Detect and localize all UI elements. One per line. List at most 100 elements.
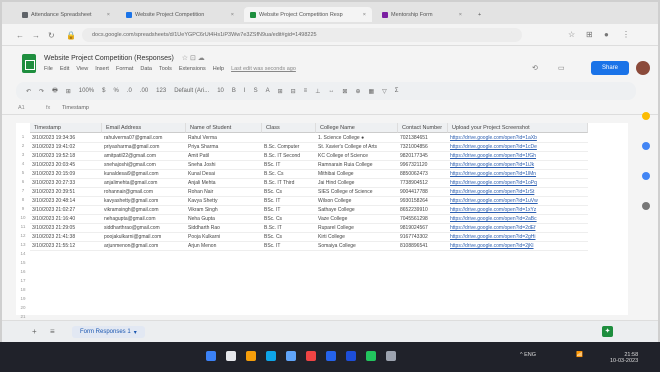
- table-cell[interactable]: 9820177345: [398, 152, 448, 161]
- history-icon[interactable]: ⟲: [532, 64, 538, 72]
- toolbar-item-13[interactable]: I: [244, 88, 246, 94]
- tray-language[interactable]: ^ ENG: [520, 352, 536, 358]
- profile-icon[interactable]: ●: [604, 30, 609, 39]
- table-cell[interactable]: B.Sc. IT: [262, 224, 316, 233]
- table-cell[interactable]: poojakulkarni@gmail.com: [102, 233, 186, 242]
- tray-clock[interactable]: 21:58 10-03-2023: [610, 352, 638, 364]
- toolbar-item-2[interactable]: 🖶: [52, 86, 58, 96]
- taskbar-start-icon[interactable]: [206, 351, 216, 361]
- table-cell[interactable]: 8108896541: [398, 242, 448, 251]
- table-cell[interactable]: Ruparel College: [316, 224, 398, 233]
- toolbar-item-5[interactable]: $: [102, 88, 105, 94]
- cell-reference-box[interactable]: A1: [18, 105, 25, 111]
- toolbar-item-0[interactable]: ↶: [26, 88, 31, 95]
- table-cell[interactable]: St. Xavier's College of Arts: [316, 143, 398, 152]
- taskbar-chrome-icon[interactable]: [306, 351, 316, 361]
- column-header-2[interactable]: Name of Student: [186, 123, 262, 133]
- row-number[interactable]: 11: [16, 224, 30, 233]
- row-number[interactable]: 3: [16, 152, 30, 161]
- menu-help[interactable]: Help: [213, 66, 224, 72]
- taskbar-store-icon[interactable]: [286, 351, 296, 361]
- table-cell[interactable]: B.Sc. IT Second: [262, 152, 316, 161]
- toolbar-item-15[interactable]: A: [266, 88, 270, 94]
- table-cell[interactable]: rohannair@gmail.com: [102, 188, 186, 197]
- row-number[interactable]: 8: [16, 197, 30, 206]
- row-number[interactable]: 19: [16, 296, 30, 305]
- table-cell[interactable]: Anjali Mehta: [186, 179, 262, 188]
- table-cell[interactable]: https://drive.google.com/open?id=2dEf: [448, 224, 588, 233]
- table-cell[interactable]: 3/10/2023 21:02:27: [30, 206, 102, 215]
- table-cell[interactable]: Kavya Shetty: [186, 197, 262, 206]
- toolbar-item-10[interactable]: Default (Ari...: [174, 88, 209, 94]
- row-number[interactable]: 12: [16, 233, 30, 242]
- table-cell[interactable]: 7321004856: [398, 143, 448, 152]
- row-number[interactable]: 20: [16, 305, 30, 314]
- share-button[interactable]: Share: [591, 61, 629, 75]
- table-cell[interactable]: Amit Patil: [186, 152, 262, 161]
- table-cell[interactable]: BSc. IT: [262, 206, 316, 215]
- table-cell[interactable]: priyasharma@gmail.com: [102, 143, 186, 152]
- forward-icon[interactable]: →: [32, 31, 40, 40]
- close-tab-icon[interactable]: ×: [459, 12, 462, 18]
- table-cell[interactable]: https://drive.google.com/open?id=1iJk: [448, 161, 588, 170]
- explore-icon[interactable]: ✦: [602, 326, 613, 337]
- table-cell[interactable]: 3/10/2023 20:03:45: [30, 161, 102, 170]
- toolbar-item-19[interactable]: ⊥: [315, 88, 320, 95]
- table-cell[interactable]: Ramnarain Ruia College: [316, 161, 398, 170]
- row-number[interactable]: 4: [16, 161, 30, 170]
- table-cell[interactable]: Neha Gupta: [186, 215, 262, 224]
- table-cell[interactable]: 3/10/2023 19:41:02: [30, 143, 102, 152]
- table-cell[interactable]: https://drive.google.com/open?id=1uVw: [448, 197, 588, 206]
- table-cell[interactable]: Sneha Joshi: [186, 161, 262, 170]
- back-icon[interactable]: ←: [16, 31, 24, 40]
- column-header-3[interactable]: Class: [262, 123, 316, 133]
- table-cell[interactable]: BSc. IT: [262, 242, 316, 251]
- tasks-icon[interactable]: [642, 142, 650, 150]
- table-cell[interactable]: arjunmenon@gmail.com: [102, 242, 186, 251]
- row-number[interactable]: 2: [16, 143, 30, 152]
- table-cell[interactable]: Rahul Verma: [186, 134, 262, 143]
- sheet-tab-form-responses[interactable]: Form Responses 1 ▾: [72, 326, 145, 338]
- table-cell[interactable]: 7021384651: [398, 134, 448, 143]
- row-number[interactable]: 17: [16, 278, 30, 287]
- toolbar-item-12[interactable]: B: [232, 88, 236, 94]
- menu-format[interactable]: Format: [116, 66, 133, 72]
- table-cell[interactable]: Jai Hind College: [316, 179, 398, 188]
- table-cell[interactable]: kunaldesai9@gmail.com: [102, 170, 186, 179]
- extensions-icon[interactable]: ⊞: [586, 30, 593, 39]
- toolbar-item-3[interactable]: ⊞: [66, 88, 71, 95]
- table-cell[interactable]: 3/10/2023 21:29:05: [30, 224, 102, 233]
- tray-network-icon[interactable]: 📶: [576, 352, 583, 358]
- table-cell[interactable]: BSc. Cs: [262, 233, 316, 242]
- toolbar-item-14[interactable]: S: [254, 88, 258, 94]
- column-header-5[interactable]: Contact Number: [398, 123, 448, 133]
- new-tab-button[interactable]: +: [472, 7, 488, 22]
- toolbar-item-18[interactable]: ≡: [304, 88, 308, 94]
- table-cell[interactable]: Arjun Menon: [186, 242, 262, 251]
- toolbar-item-16[interactable]: ⊞: [278, 88, 283, 95]
- table-cell[interactable]: 8850062473: [398, 170, 448, 179]
- toolbar-item-24[interactable]: ▽: [382, 88, 387, 95]
- column-header-1[interactable]: Email Address: [102, 123, 186, 133]
- browser-tab-3-active[interactable]: Website Project Competition Resp ×: [244, 7, 372, 22]
- doc-title[interactable]: Website Project Competition (Responses): [44, 55, 174, 62]
- table-cell[interactable]: 8652239910: [398, 206, 448, 215]
- row-number[interactable]: 10: [16, 215, 30, 224]
- table-cell[interactable]: 3/10/2023 20:39:51: [30, 188, 102, 197]
- table-cell[interactable]: amitpatil22@gmail.com: [102, 152, 186, 161]
- table-cell[interactable]: https://drive.google.com/open?id=2aBc: [448, 215, 588, 224]
- table-cell[interactable]: siddharthrao@gmail.com: [102, 224, 186, 233]
- table-cell[interactable]: BSc. IT: [262, 197, 316, 206]
- table-cell[interactable]: 9967321120: [398, 161, 448, 170]
- close-tab-icon[interactable]: ×: [363, 12, 366, 18]
- column-header-4[interactable]: College Name: [316, 123, 398, 133]
- star-move-cloud-icons[interactable]: ☆ ⊡ ☁: [182, 55, 205, 62]
- taskbar-search-icon[interactable]: [226, 351, 236, 361]
- menu-file[interactable]: File: [44, 66, 53, 72]
- menu-insert[interactable]: Insert: [95, 66, 109, 72]
- table-cell[interactable]: 3/10/2023 20:15:09: [30, 170, 102, 179]
- table-cell[interactable]: Priya Sharma: [186, 143, 262, 152]
- table-cell[interactable]: Somaiya College: [316, 242, 398, 251]
- table-cell[interactable]: 3/10/2023 20:27:33: [30, 179, 102, 188]
- table-cell[interactable]: BSc. Cs: [262, 215, 316, 224]
